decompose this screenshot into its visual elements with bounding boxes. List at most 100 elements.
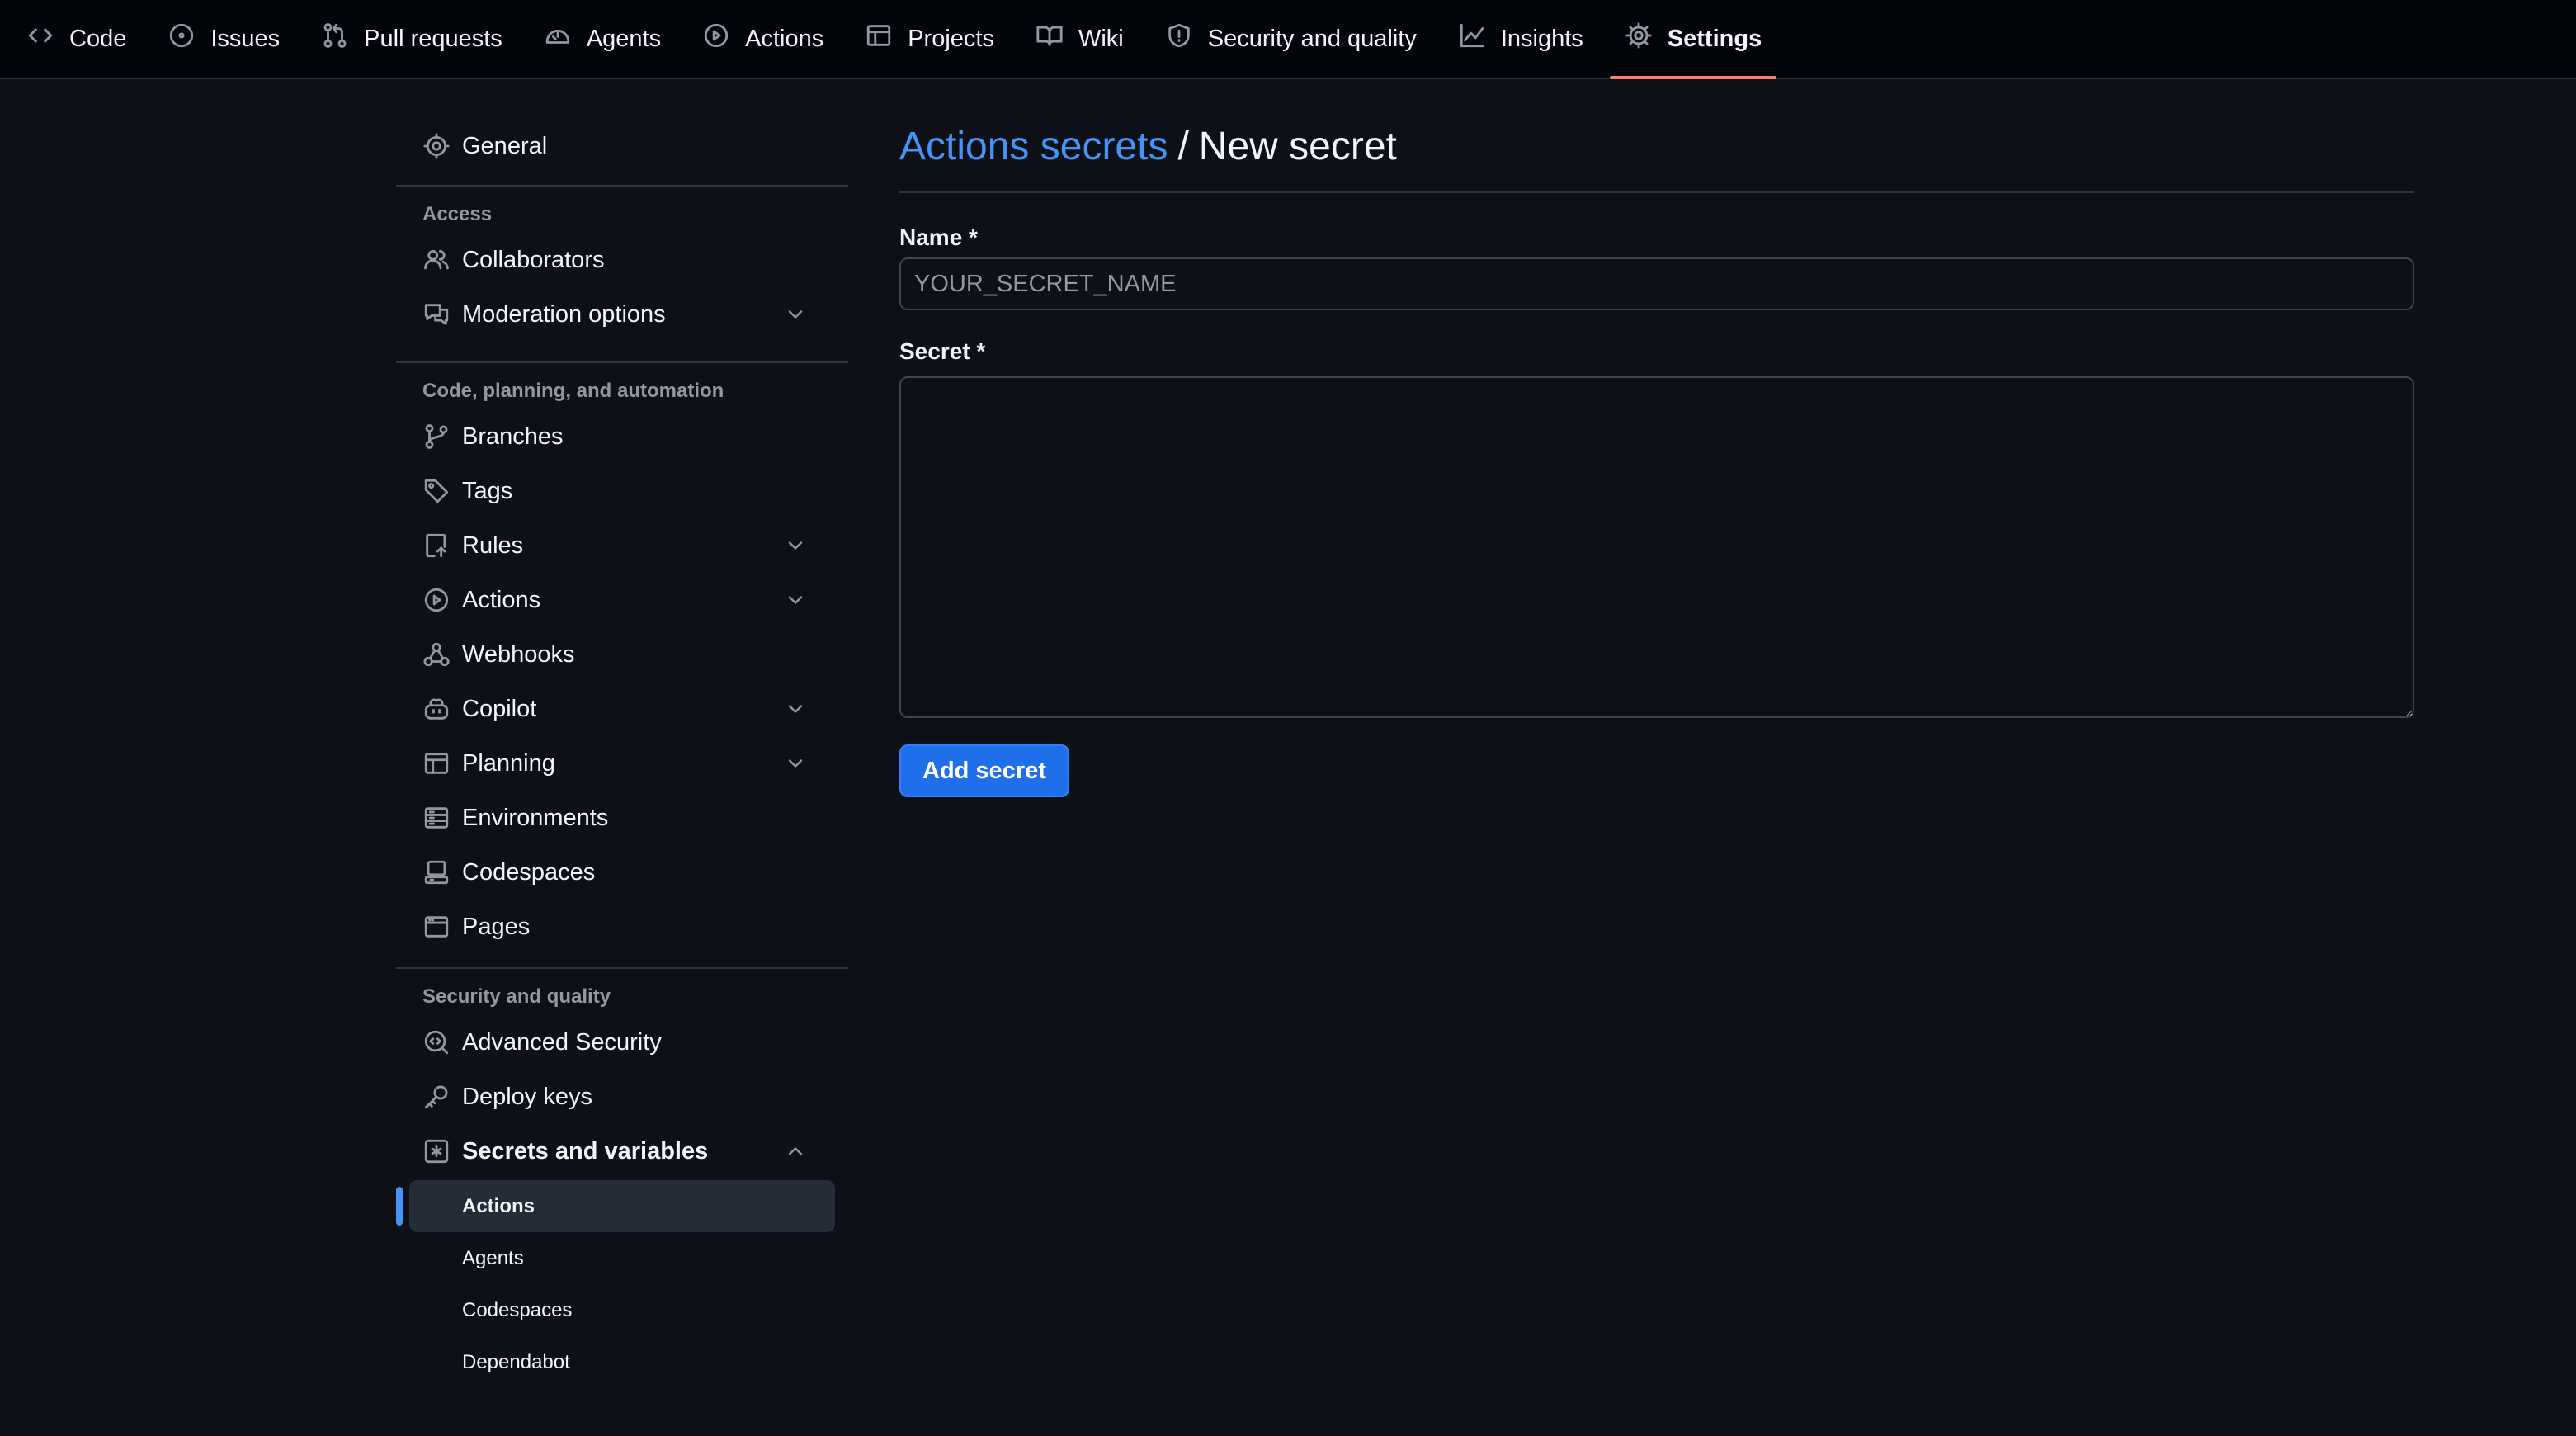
pull-request-icon	[321, 21, 364, 56]
sidebar-item-secrets-and-variables[interactable]: Secrets and variables	[396, 1124, 848, 1179]
sidebar-heading-security-and-quality: Security and quality	[422, 985, 611, 1008]
sidebar-item-label: Environments	[462, 804, 609, 831]
sidebar-subitem-label: Agents	[462, 1246, 524, 1269]
tab-label: Agents	[586, 25, 662, 52]
tab-actions[interactable]: Actions	[687, 0, 838, 78]
chevron-down-icon[interactable]	[784, 752, 807, 775]
sidebar-item-label: General	[462, 132, 548, 159]
tab-projects[interactable]: Projects	[850, 0, 1009, 78]
table-icon	[865, 21, 908, 56]
gear-icon	[1625, 21, 1668, 56]
sidebar-item-branches[interactable]: Branches	[396, 409, 848, 464]
sidebar-item-environments[interactable]: Environments	[396, 791, 848, 845]
chevron-down-icon[interactable]	[784, 697, 807, 720]
sidebar-subitem-actions[interactable]: Actions	[396, 1180, 835, 1232]
play-icon	[422, 586, 451, 614]
sidebar-item-tags[interactable]: Tags	[396, 464, 848, 518]
sidebar-item-copilot[interactable]: Copilot	[396, 682, 848, 736]
sidebar-subitem-label: Dependabot	[462, 1350, 570, 1373]
tab-label: Actions	[745, 25, 824, 52]
sidebar-subitem-label: Codespaces	[462, 1298, 573, 1321]
git-branch-icon	[422, 423, 451, 451]
tab-insights[interactable]: Insights	[1443, 0, 1598, 78]
people-icon	[422, 246, 451, 274]
sidebar-subitem-label: Actions	[462, 1194, 535, 1217]
tab-security-and-quality[interactable]: Security and quality	[1150, 0, 1432, 78]
sidebar-heading-access: Access	[422, 203, 493, 225]
sidebar-item-label: Actions	[462, 586, 541, 613]
sidebar-item-label: Secrets and variables	[462, 1137, 709, 1164]
shield-icon	[1165, 21, 1208, 56]
graph-icon	[1458, 21, 1501, 56]
sidebar-item-label: Collaborators	[462, 246, 605, 273]
breadcrumb-actions-secrets-link[interactable]: Actions secrets	[899, 124, 1168, 169]
tag-icon	[422, 477, 451, 505]
sidebar-item-general[interactable]: General	[396, 119, 848, 173]
copilot-icon	[422, 695, 451, 723]
tab-wiki[interactable]: Wiki	[1021, 0, 1139, 78]
key-asterisk-icon	[422, 1137, 451, 1165]
chevron-down-icon[interactable]	[784, 534, 807, 557]
sidebar-item-label: Moderation options	[462, 300, 666, 328]
sidebar-item-label: Branches	[462, 423, 564, 450]
sidebar-item-label: Codespaces	[462, 858, 596, 886]
sidebar-item-moderation-options[interactable]: Moderation options	[396, 287, 848, 342]
settings-sidebar: General Access Collaborators Moderation …	[396, 79, 848, 1388]
tab-code[interactable]: Code	[12, 0, 141, 78]
gear-icon	[422, 132, 451, 160]
name-label: Name *	[899, 224, 978, 250]
tab-label: Projects	[908, 25, 994, 52]
sidebar-item-label: Rules	[462, 531, 524, 559]
sidebar-item-codespaces[interactable]: Codespaces	[396, 845, 848, 900]
sidebar-item-advanced-security[interactable]: Advanced Security	[396, 1015, 848, 1070]
sidebar-subitem-dependabot[interactable]: Dependabot	[396, 1336, 848, 1388]
play-icon	[702, 21, 745, 56]
sidebar-item-deploy-keys[interactable]: Deploy keys	[396, 1070, 848, 1124]
tab-pull-requests[interactable]: Pull requests	[306, 0, 517, 78]
sidebar-item-rules[interactable]: Rules	[396, 518, 848, 573]
sidebar-item-actions[interactable]: Actions	[396, 573, 848, 627]
codescan-icon	[422, 1028, 451, 1056]
tab-label: Insights	[1500, 25, 1583, 52]
webhook-icon	[422, 640, 451, 668]
book-icon	[1036, 21, 1078, 56]
browser-icon	[422, 913, 451, 941]
tab-label: Settings	[1667, 25, 1762, 52]
secret-value-textarea[interactable]	[899, 376, 2414, 718]
chevron-down-icon[interactable]	[784, 303, 807, 326]
sidebar-heading-code-planning-automation: Code, planning, and automation	[422, 380, 724, 402]
tab-label: Security and quality	[1207, 25, 1417, 52]
agent-icon	[544, 21, 587, 56]
main-content: Actions secrets / New secret Name * Secr…	[899, 79, 2414, 797]
table-icon	[422, 749, 451, 777]
chevron-down-icon[interactable]	[784, 588, 807, 612]
issue-icon	[167, 21, 210, 56]
sidebar-item-webhooks[interactable]: Webhooks	[396, 627, 848, 682]
add-secret-button[interactable]: Add secret	[899, 744, 1069, 797]
sidebar-subitem-codespaces[interactable]: Codespaces	[396, 1284, 848, 1336]
sidebar-item-label: Tags	[462, 477, 513, 504]
sidebar-subitem-agents[interactable]: Agents	[396, 1232, 848, 1284]
secret-label: Secret *	[899, 338, 986, 364]
comment-discussion-icon	[422, 300, 451, 328]
codespaces-icon	[422, 858, 451, 886]
page-title-text: New secret	[1198, 124, 1397, 168]
tab-agents[interactable]: Agents	[529, 0, 676, 78]
chevron-up-icon[interactable]	[784, 1140, 807, 1163]
sidebar-item-label: Copilot	[462, 695, 537, 722]
tab-label: Issues	[210, 25, 281, 52]
tab-issues[interactable]: Issues	[153, 0, 295, 78]
tab-settings[interactable]: Settings	[1609, 0, 1777, 79]
repo-nav: Code Issues Pull requests Agents Actions…	[0, 0, 2576, 79]
tab-label: Wiki	[1078, 25, 1124, 52]
repo-push-icon	[422, 531, 451, 560]
tab-label: Code	[69, 25, 127, 52]
tab-label: Pull requests	[364, 25, 502, 52]
breadcrumb-separator: /	[1177, 124, 1189, 168]
sidebar-item-pages[interactable]: Pages	[396, 900, 848, 954]
sidebar-item-collaborators[interactable]: Collaborators	[396, 233, 848, 287]
key-icon	[422, 1083, 451, 1111]
secret-name-input[interactable]	[899, 257, 2414, 310]
page-title: Actions secrets / New secret	[899, 79, 2414, 193]
sidebar-item-planning[interactable]: Planning	[396, 736, 848, 791]
